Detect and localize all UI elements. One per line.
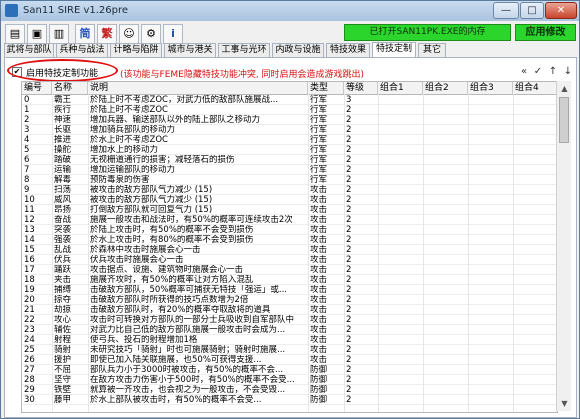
column-header[interactable]: 组合4: [513, 82, 557, 94]
export-icon[interactable]: ▥: [49, 24, 69, 44]
column-divider: [308, 94, 309, 412]
column-divider: [513, 94, 514, 412]
simplified-chinese-button[interactable]: 简: [75, 24, 95, 44]
column-header[interactable]: 类型: [308, 82, 344, 94]
scroll-up-icon[interactable]: ▲: [558, 82, 571, 95]
column-header[interactable]: 组合3: [468, 82, 513, 94]
tab-skill-custom[interactable]: 特技定制: [372, 42, 416, 57]
move-down-icon[interactable]: ↓: [561, 65, 575, 79]
scroll-thumb[interactable]: [559, 97, 569, 143]
tab-schemes-traps[interactable]: 计略与陷阱: [110, 43, 162, 57]
column-divider: [378, 94, 379, 412]
memory-status: 已打开SAN11PK.EXE的内存: [344, 24, 511, 41]
table-header: 编号 名称 说明 类型 等级 组合1 组合2 组合3 组合4: [22, 82, 557, 95]
column-header[interactable]: 等级: [344, 82, 378, 94]
close-button[interactable]: ✕: [545, 2, 577, 19]
settings-icon[interactable]: ⚙: [141, 24, 161, 44]
tab-bar: 武将与部队 兵种与战法 计略与陷阱 城市与港关 工事与光环 内政与设施 特技效果…: [4, 42, 576, 58]
column-divider: [468, 94, 469, 412]
maximize-button[interactable]: □: [520, 2, 544, 19]
table-tools: « ✓ ↑ ↓: [517, 65, 575, 79]
window-title: San11 SIRE v1.26pre: [23, 5, 129, 16]
tab-generals-units[interactable]: 武将与部队: [4, 43, 54, 57]
open-folder-icon[interactable]: ▤: [5, 24, 25, 44]
collapse-icon[interactable]: «: [517, 65, 531, 79]
column-divider: [52, 94, 53, 412]
tab-skill-effects[interactable]: 特技效果: [326, 43, 370, 57]
save-icon[interactable]: ▣: [27, 24, 47, 44]
tab-politics-facilities[interactable]: 内政与设施: [272, 43, 324, 57]
character-icon[interactable]: ☺: [119, 24, 139, 44]
column-header[interactable]: 编号: [22, 82, 52, 94]
title-bar: San11 SIRE v1.26pre — □ ✕: [1, 1, 579, 21]
scroll-down-icon[interactable]: ▼: [558, 397, 571, 410]
column-header[interactable]: 说明: [88, 82, 308, 94]
column-header[interactable]: 组合2: [423, 82, 468, 94]
column-header[interactable]: 组合1: [378, 82, 423, 94]
vertical-scrollbar[interactable]: ▲ ▼: [556, 81, 571, 411]
highlight-oval: [7, 59, 118, 82]
column-divider: [88, 94, 89, 412]
column-header[interactable]: 名称: [52, 82, 88, 94]
app-window: San11 SIRE v1.26pre — □ ✕ ▤ ▣ ▥ 简 繁 ☺ ⚙ …: [0, 0, 580, 419]
traditional-chinese-button[interactable]: 繁: [97, 24, 117, 44]
apply-changes-button[interactable]: 应用修改: [515, 24, 576, 41]
about-icon[interactable]: i: [163, 24, 183, 44]
move-up-icon[interactable]: ↑: [546, 65, 560, 79]
row-divider: [22, 404, 557, 405]
tab-cities-ports[interactable]: 城市与港关: [164, 43, 216, 57]
column-divider: [423, 94, 424, 412]
check-icon[interactable]: ✓: [531, 65, 545, 79]
minimize-button[interactable]: —: [493, 2, 519, 19]
skill-table: 编号 名称 说明 类型 等级 组合1 组合2 组合3 组合4 0 霸王 於陆上时不考…: [21, 81, 558, 413]
column-divider: [344, 94, 345, 412]
tab-other[interactable]: 其它: [418, 43, 446, 57]
conflict-warning: (该功能与FEME隐藏特技功能冲突, 同时启用会造成游戏跳出): [120, 70, 365, 80]
tab-troops-tactics[interactable]: 兵种与战法: [56, 43, 108, 57]
app-icon: [5, 4, 18, 17]
tab-works-auras[interactable]: 工事与光环: [218, 43, 270, 57]
